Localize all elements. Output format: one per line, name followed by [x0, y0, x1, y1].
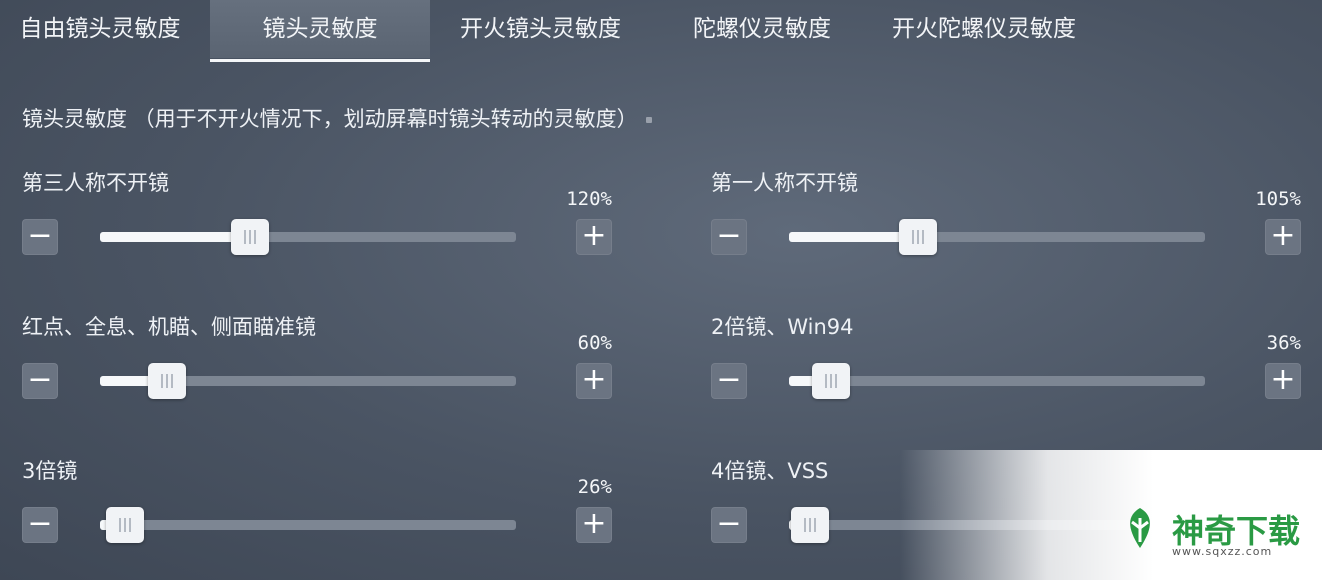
setting-third-person-no-scope: 第三人称不开镜 120% − + — [22, 167, 612, 287]
increase-button[interactable]: + — [576, 507, 612, 543]
slider-track[interactable] — [100, 363, 516, 399]
plus-icon: + — [581, 362, 607, 397]
setting-label: 第三人称不开镜 — [22, 171, 169, 195]
slider-thumb[interactable] — [790, 507, 829, 543]
setting-label: 3倍镜 — [22, 459, 78, 483]
tab-bar: 自由镜头灵敏度 镜头灵敏度 开火镜头灵敏度 陀螺仪灵敏度 开火陀螺仪灵敏度 — [0, 0, 1322, 62]
tab-fire-gyroscope-sensitivity[interactable]: 开火陀螺仪灵敏度 — [870, 0, 1098, 58]
setting-label: 第一人称不开镜 — [711, 171, 858, 195]
decrease-button[interactable]: − — [711, 363, 747, 399]
tab-fire-camera-sensitivity[interactable]: 开火镜头灵敏度 — [438, 0, 643, 58]
plus-icon: + — [581, 218, 607, 253]
slider-thumb[interactable] — [105, 507, 144, 543]
setting-value: 120% — [566, 188, 612, 210]
slider-thumb[interactable] — [811, 363, 850, 399]
slider-track[interactable] — [100, 507, 516, 543]
slider-thumb[interactable] — [147, 363, 186, 399]
setting-label: 4倍镜、VSS — [711, 459, 829, 483]
slider-fill — [100, 232, 250, 242]
decrease-button[interactable]: − — [22, 507, 58, 543]
watermark-url: www.sqxzz.com — [1172, 545, 1273, 558]
slider-track[interactable] — [789, 363, 1205, 399]
setting-3x-scope: 3倍镜 26% − + — [22, 455, 612, 575]
tab-free-camera-sensitivity[interactable]: 自由镜头灵敏度 — [0, 0, 200, 58]
setting-2x-scope-win94: 2倍镜、Win94 36% − + — [711, 311, 1301, 431]
slider-thumb[interactable] — [230, 219, 269, 255]
tab-gyroscope-sensitivity[interactable]: 陀螺仪灵敏度 — [672, 0, 852, 58]
setting-value: 60% — [577, 332, 612, 354]
section-title: 镜头灵敏度 （用于不开火情况下，划动屏幕时镜头转动的灵敏度） — [22, 103, 652, 133]
slider-thumb[interactable] — [898, 219, 937, 255]
setting-label: 红点、全息、机瞄、侧面瞄准镜 — [22, 315, 316, 339]
decrease-button[interactable]: − — [22, 363, 58, 399]
decrease-button[interactable]: − — [711, 507, 747, 543]
setting-red-dot-holo-iron-side: 红点、全息、机瞄、侧面瞄准镜 60% − + — [22, 311, 612, 431]
increase-button[interactable]: + — [576, 363, 612, 399]
increase-button[interactable]: + — [576, 219, 612, 255]
increase-button[interactable]: + — [1265, 363, 1301, 399]
setting-label: 2倍镜、Win94 — [711, 315, 854, 339]
tab-camera-sensitivity[interactable]: 镜头灵敏度 — [210, 0, 430, 62]
minus-icon: − — [716, 218, 742, 253]
plus-icon: + — [581, 506, 607, 541]
plus-icon: + — [1270, 362, 1296, 397]
slider-track[interactable] — [100, 219, 516, 255]
setting-first-person-no-scope: 第一人称不开镜 105% − + — [711, 167, 1301, 287]
decrease-button[interactable]: − — [22, 219, 58, 255]
watermark-leaf-logo-icon — [1130, 508, 1150, 548]
setting-value: 26% — [577, 476, 612, 498]
plus-icon: + — [1270, 218, 1296, 253]
slider-track[interactable] — [789, 219, 1205, 255]
setting-value: 105% — [1255, 188, 1301, 210]
setting-value: 36% — [1266, 332, 1301, 354]
minus-icon: − — [716, 362, 742, 397]
minus-icon: − — [27, 506, 53, 541]
info-dot-icon — [645, 117, 652, 123]
section-title-text: 镜头灵敏度 （用于不开火情况下，划动屏幕时镜头转动的灵敏度） — [22, 107, 638, 131]
minus-icon: − — [27, 218, 53, 253]
minus-icon: − — [27, 362, 53, 397]
increase-button[interactable]: + — [1265, 219, 1301, 255]
minus-icon: − — [716, 506, 742, 541]
decrease-button[interactable]: − — [711, 219, 747, 255]
